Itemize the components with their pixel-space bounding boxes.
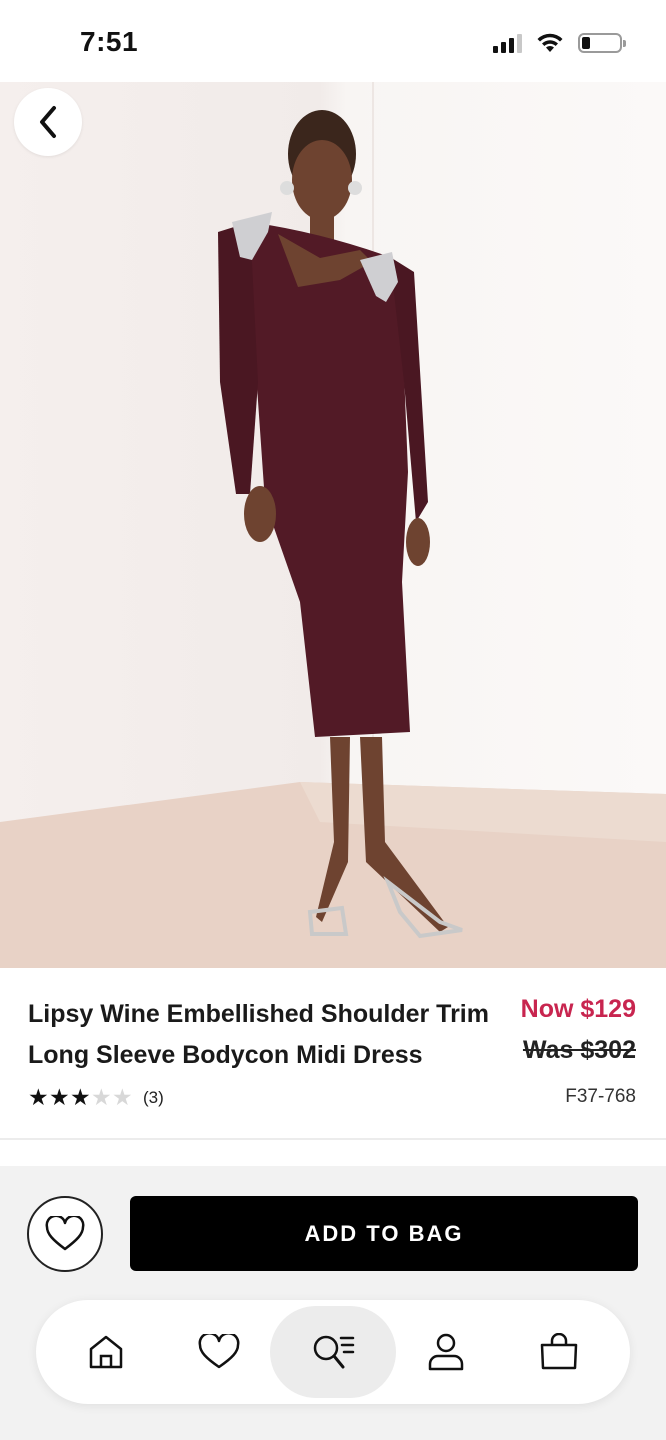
divider: [0, 1138, 666, 1140]
wifi-icon: [537, 33, 563, 52]
review-count: (3): [143, 1087, 164, 1107]
tab-wishlist[interactable]: [164, 1300, 274, 1404]
tab-bag[interactable]: [504, 1300, 614, 1404]
star-empty-icon: ★: [91, 1084, 112, 1110]
tab-account[interactable]: [391, 1300, 501, 1404]
price-now: Now $129: [520, 995, 636, 1023]
product-rating[interactable]: ★ ★ ★ ★ ★ (3): [28, 1086, 164, 1109]
account-icon: [428, 1333, 464, 1371]
heart-icon: [198, 1334, 240, 1369]
battery-icon: [578, 33, 626, 53]
product-sku: F37-768: [565, 1086, 636, 1107]
tab-home[interactable]: [51, 1300, 161, 1404]
status-bar: 7:51: [0, 0, 666, 82]
search-icon: [313, 1335, 355, 1369]
star-icon: ★: [49, 1084, 70, 1110]
home-icon: [89, 1335, 123, 1369]
status-time: 7:51: [80, 26, 139, 57]
back-button[interactable]: [14, 88, 82, 156]
star-icon: ★: [70, 1084, 91, 1110]
product-info: Lipsy Wine Embellished Shoulder Trim Lon…: [0, 968, 666, 1138]
signal-icon: [493, 33, 522, 53]
price-was: Was $302: [522, 1036, 636, 1064]
tab-search[interactable]: [270, 1306, 396, 1398]
bag-icon: [540, 1333, 578, 1370]
star-icon: ★: [28, 1084, 49, 1110]
add-to-bag-button[interactable]: ADD TO BAG: [130, 1196, 638, 1271]
product-image[interactable]: [0, 82, 666, 968]
chevron-left-icon: [40, 106, 56, 138]
status-icons: [493, 32, 626, 54]
product-title: Lipsy Wine Embellished Shoulder Trim Lon…: [28, 1000, 489, 1069]
add-to-wishlist-button[interactable]: [27, 1196, 103, 1272]
bottom-bar: ADD TO BAG: [0, 1166, 666, 1440]
model-photo: [0, 82, 666, 968]
star-empty-icon: ★: [112, 1084, 133, 1110]
heart-icon: [45, 1216, 85, 1251]
tab-bar: [36, 1300, 630, 1404]
